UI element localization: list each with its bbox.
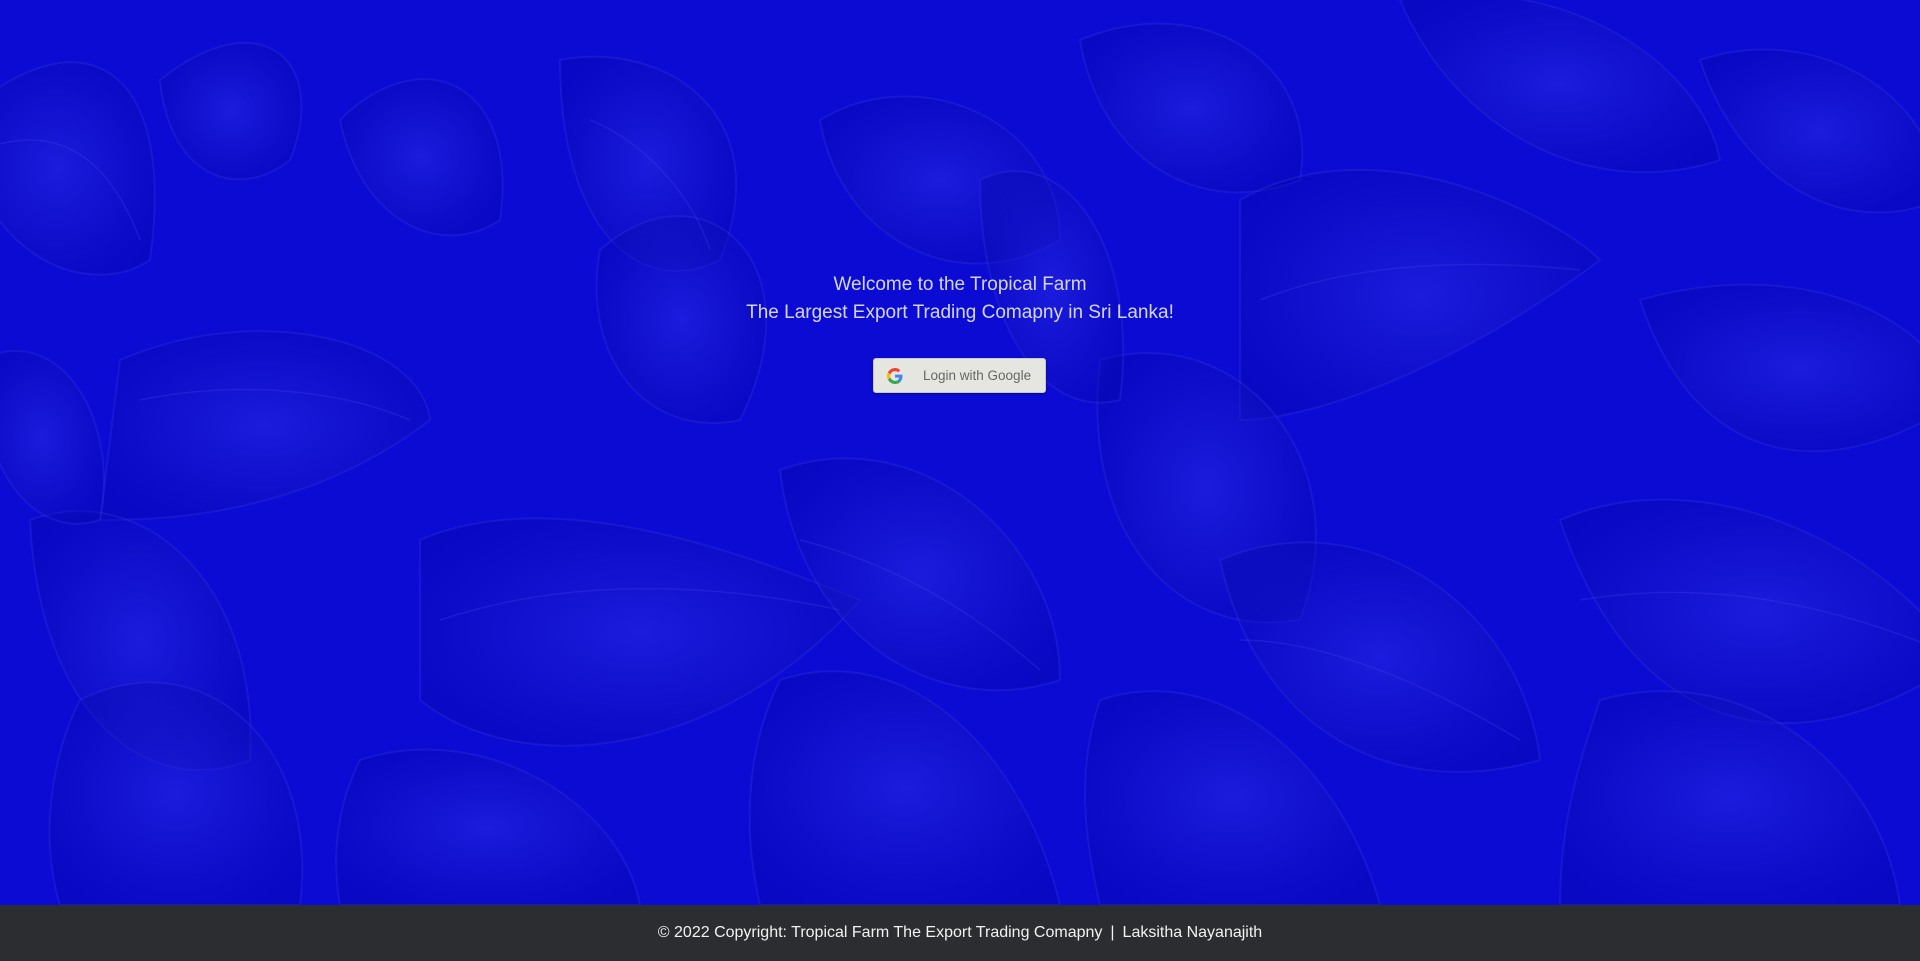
welcome-message: Welcome to the Tropical Farm The Largest… <box>0 271 1920 327</box>
footer: © 2022 Copyright: Tropical Farm The Expo… <box>0 905 1920 961</box>
login-page: Welcome to the Tropical Farm The Largest… <box>0 0 1920 961</box>
footer-separator: | <box>1110 924 1115 941</box>
copyright-text: © 2022 Copyright: Tropical Farm The Expo… <box>657 924 1103 941</box>
leaf-background-image <box>0 0 1920 905</box>
author-name: Laksitha Nayanajith <box>1122 924 1263 941</box>
login-button-label: Login with Google <box>923 368 1032 383</box>
welcome-title: Welcome to the Tropical Farm <box>833 274 1087 295</box>
google-icon <box>886 367 904 385</box>
hero-section: Welcome to the Tropical Farm The Largest… <box>0 0 1920 905</box>
welcome-subtitle: The Largest Export Trading Comapny in Sr… <box>746 302 1174 323</box>
login-with-google-button[interactable]: Login with Google <box>873 358 1046 393</box>
